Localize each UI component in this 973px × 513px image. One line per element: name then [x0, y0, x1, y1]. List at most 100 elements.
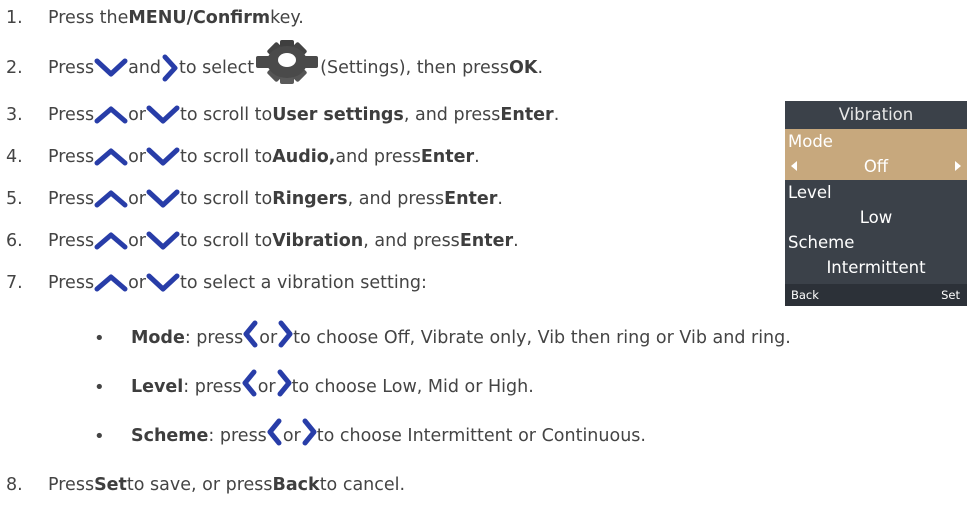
left-chevron-icon: [243, 320, 258, 348]
bullet-level: • Level : press or to choose Low, Mid or…: [94, 369, 534, 405]
right-chevron-icon: [277, 369, 292, 397]
step-number: 1.: [6, 8, 23, 28]
scheme-value: Intermittent: [826, 258, 926, 277]
level-label: Level: [788, 183, 832, 202]
left-chevron-icon: [267, 418, 282, 446]
step-text: and press: [335, 147, 421, 167]
softkey-bar: Back Set: [785, 284, 967, 306]
step-7: 7. Press or to select a vibration settin…: [0, 268, 427, 298]
key-name-set: Set: [94, 475, 127, 495]
step-6: 6. Press or to scroll to Vibration , and…: [0, 226, 519, 256]
left-arrow-icon: [791, 161, 797, 171]
mode-value: Off: [863, 157, 889, 176]
step-text: : press: [183, 377, 242, 397]
step-text: to choose Intermittent or Continuous.: [316, 426, 646, 446]
down-chevron-icon: [146, 147, 180, 166]
step-text: or: [128, 273, 146, 293]
step-text: Press: [48, 231, 95, 251]
step-text: to select: [179, 58, 255, 78]
left-chevron-icon: [242, 369, 257, 397]
step-text: , and press: [347, 189, 445, 209]
step-text: or: [282, 426, 301, 446]
setting-name-level: Level: [131, 377, 184, 397]
step-text: to choose Off, Vibrate only, Vib then ri…: [293, 328, 791, 348]
bullet-scheme: • Scheme : press or to choose Intermitte…: [94, 418, 646, 454]
step-text: .: [474, 147, 480, 167]
step-text: .: [553, 105, 560, 125]
gear-icon: [256, 40, 319, 84]
up-chevron-icon: [94, 190, 128, 208]
step-number: 2.: [6, 58, 23, 78]
menu-name-user-settings: User settings: [272, 105, 404, 125]
step-text: Press: [48, 273, 95, 293]
mode-row-selected: Mode Off: [785, 129, 967, 180]
mode-label: Mode: [788, 132, 833, 151]
step-text: to save, or press: [126, 475, 273, 495]
key-name-back: Back: [272, 475, 320, 495]
step-3: 3. Press or to scroll to User settings ,…: [0, 100, 559, 130]
step-text: to select a vibration setting:: [179, 273, 427, 293]
step-8: 8. Press Set to save, or press Back to c…: [0, 470, 405, 500]
mode-value-row: Off: [785, 154, 967, 179]
step-text: to scroll to: [179, 189, 273, 209]
up-chevron-icon: [94, 232, 128, 250]
step-text: , and press: [363, 231, 460, 251]
step-text: .: [537, 58, 544, 78]
step-1: 1. Press the MENU/Confirm key.: [0, 3, 304, 33]
key-name-enter: Enter: [459, 231, 514, 251]
step-5: 5. Press or to scroll to Ringers , and p…: [0, 184, 503, 214]
step-number: 3.: [6, 105, 23, 125]
step-text: : press: [208, 426, 267, 446]
step-number: 4.: [6, 147, 23, 167]
setting-name-scheme: Scheme: [131, 426, 209, 446]
step-text: : press: [184, 328, 244, 348]
step-text: , and press: [403, 105, 501, 125]
level-value: Low: [859, 208, 893, 227]
up-chevron-icon: [94, 274, 128, 292]
step-text: Press: [48, 105, 95, 125]
right-chevron-icon: [302, 418, 317, 446]
bullet-marker: •: [94, 376, 105, 398]
step-text: (Settings), then press: [320, 58, 509, 78]
screen-title: Vibration: [838, 105, 914, 124]
key-name-ok: OK: [509, 58, 538, 78]
step-number: 7.: [6, 273, 23, 293]
menu-name-ringers: Ringers: [272, 189, 348, 209]
down-chevron-icon: [146, 189, 180, 208]
step-text: Press: [48, 147, 95, 167]
right-arrow-icon: [955, 161, 961, 171]
scheme-label: Scheme: [788, 233, 855, 252]
key-name-enter: Enter: [420, 147, 475, 167]
instruction-document: 1. Press the MENU/Confirm key. 2. Press …: [0, 0, 973, 513]
step-number: 8.: [6, 475, 23, 495]
down-chevron-icon: [146, 105, 180, 124]
bullet-marker: •: [94, 327, 105, 349]
up-chevron-icon: [94, 148, 128, 166]
right-chevron-icon: [278, 320, 293, 348]
step-2: 2. Press and to select (Settings), then …: [0, 40, 544, 88]
step-text: or: [128, 189, 146, 209]
step-text: Press: [48, 58, 95, 78]
step-text: or: [257, 377, 276, 397]
menu-name-audio: Audio,: [272, 147, 336, 167]
step-text: and: [128, 58, 161, 78]
step-text: to choose Low, Mid or High.: [291, 377, 534, 397]
step-text: or: [128, 231, 146, 251]
step-text: .: [513, 231, 519, 251]
step-text: .: [497, 189, 503, 209]
up-chevron-icon: [94, 106, 128, 124]
step-text: to scroll to: [179, 105, 273, 125]
step-text: to scroll to: [179, 231, 273, 251]
down-chevron-icon: [94, 58, 128, 77]
step-text: key.: [270, 8, 304, 28]
key-name-enter: Enter: [444, 189, 498, 209]
key-name-menu-confirm: MENU/Confirm: [128, 8, 271, 28]
bullet-marker: •: [94, 425, 105, 447]
step-text: or: [128, 147, 146, 167]
step-text: Press the: [48, 8, 129, 28]
step-text: or: [259, 328, 278, 348]
step-text: or: [128, 105, 146, 125]
key-name-enter: Enter: [500, 105, 554, 125]
step-number: 5.: [6, 189, 23, 209]
menu-name-vibration: Vibration: [272, 231, 364, 251]
